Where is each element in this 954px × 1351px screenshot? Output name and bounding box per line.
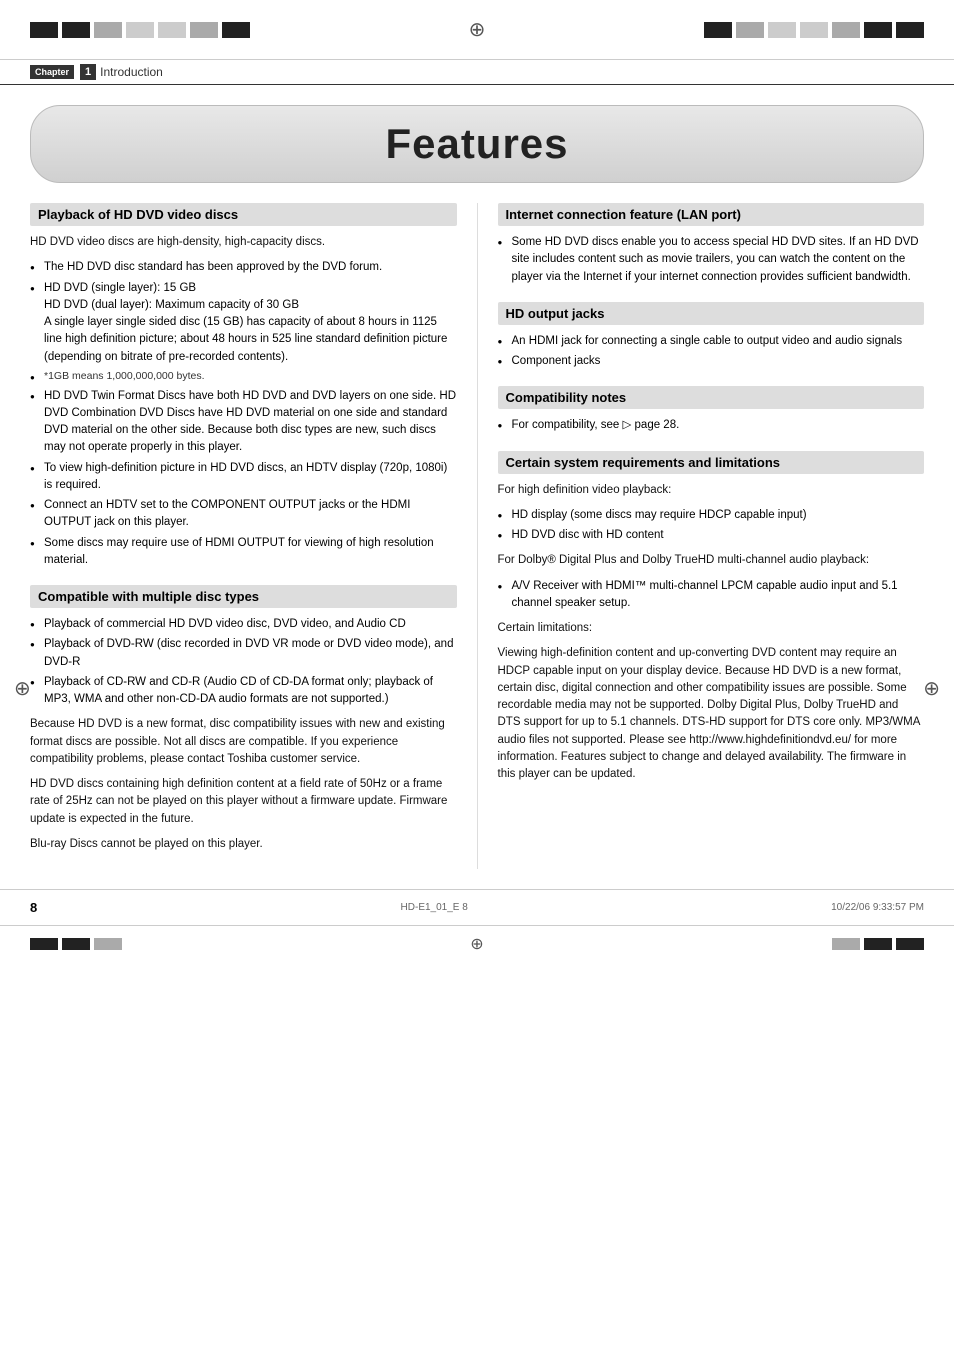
bar-block-r4: [800, 22, 828, 38]
chapter-title: Introduction: [100, 65, 163, 79]
limitations-body: Viewing high-definition content and up-c…: [498, 645, 925, 783]
bottom-bar-block-r2: [864, 938, 892, 950]
section-internet-bullets: Some HD DVD discs enable you to access s…: [498, 234, 925, 286]
section-internet: Internet connection feature (LAN port) S…: [498, 203, 925, 286]
section-compatibility-notes: Compatibility notes For compatibility, s…: [498, 386, 925, 434]
top-bar-left-decoration: [30, 22, 250, 38]
bottom-bar-block-3: [94, 938, 122, 950]
limitations-title: Certain limitations:: [498, 620, 925, 637]
section-compatible-bullets: Playback of commercial HD DVD video disc…: [30, 616, 457, 708]
system-intro2: For Dolby® Digital Plus and Dolby TrueHD…: [498, 552, 925, 569]
bullet-item: An HDMI jack for connecting a single cab…: [498, 333, 925, 350]
bullet-item: Playback of commercial HD DVD video disc…: [30, 616, 457, 633]
section-compatibility-title: Compatibility notes: [498, 386, 925, 409]
bullet-item: Connect an HDTV set to the COMPONENT OUT…: [30, 497, 457, 532]
bar-block-r3: [768, 22, 796, 38]
bullet-item: HD DVD (single layer): 15 GBHD DVD (dual…: [30, 280, 457, 366]
page-footer: 8 HD-E1_01_E 8 10/22/06 9:33:57 PM: [0, 889, 954, 925]
compatible-body1: Because HD DVD is a new format, disc com…: [30, 716, 457, 768]
compatible-body3: Blu-ray Discs cannot be played on this p…: [30, 836, 457, 853]
bottom-bar-right: [832, 938, 924, 950]
footer-file-info: HD-E1_01_E 8: [401, 902, 468, 913]
bottom-bar-block-r1: [832, 938, 860, 950]
bar-block-7: [222, 22, 250, 38]
section-hddvd-playback: Playback of HD DVD video discs HD DVD vi…: [30, 203, 457, 569]
bullet-item: Some discs may require use of HDMI OUTPU…: [30, 535, 457, 570]
bottom-bar-block-r3: [896, 938, 924, 950]
right-crosshair: ⊕: [923, 676, 940, 701]
bottom-bar-left: [30, 938, 122, 950]
chapter-number: 1: [80, 64, 96, 80]
bullet-item: HD DVD disc with HD content: [498, 527, 925, 544]
bar-block-3: [94, 22, 122, 38]
bar-block-r7: [896, 22, 924, 38]
bottom-bar-block-2: [62, 938, 90, 950]
bar-block-4: [126, 22, 154, 38]
features-section: Features: [30, 105, 924, 183]
section-compatible-title: Compatible with multiple disc types: [30, 585, 457, 608]
chapter-label: Chapter: [30, 65, 74, 79]
bar-block-1: [30, 22, 58, 38]
bullet-item: To view high-definition picture in HD DV…: [30, 460, 457, 495]
bottom-bar-block-1: [30, 938, 58, 950]
bar-block-r2: [736, 22, 764, 38]
section-hddvd-bullets: The HD DVD disc standard has been approv…: [30, 259, 457, 569]
bullet-item: HD DVD Twin Format Discs have both HD DV…: [30, 388, 457, 457]
section-compatible-discs: Compatible with multiple disc types Play…: [30, 585, 457, 853]
section-hddvd-intro: HD DVD video discs are high-density, hig…: [30, 234, 457, 251]
bar-block-6: [190, 22, 218, 38]
section-system-title: Certain system requirements and limitati…: [498, 451, 925, 474]
bullet-item: For compatibility, see ▷ page 28.: [498, 417, 925, 434]
section-internet-title: Internet connection feature (LAN port): [498, 203, 925, 226]
top-crosshair: ⊕: [469, 17, 486, 42]
section-system-requirements: Certain system requirements and limitati…: [498, 451, 925, 784]
bar-block-r1: [704, 22, 732, 38]
chapter-header: Chapter 1 Introduction: [0, 60, 954, 85]
bar-block-r5: [832, 22, 860, 38]
bullet-item: Playback of DVD-RW (disc recorded in DVD…: [30, 636, 457, 671]
section-hd-output-bullets: An HDMI jack for connecting a single cab…: [498, 333, 925, 371]
top-bar: ⊕: [0, 0, 954, 60]
system-bullets2: A/V Receiver with HDMI™ multi-channel LP…: [498, 578, 925, 613]
system-bullets1: HD display (some discs may require HDCP …: [498, 507, 925, 545]
bar-block-r6: [864, 22, 892, 38]
bar-block-2: [62, 22, 90, 38]
bullet-item: HD display (some discs may require HDCP …: [498, 507, 925, 524]
right-column: Internet connection feature (LAN port) S…: [477, 203, 925, 869]
section-hd-output: HD output jacks An HDMI jack for connect…: [498, 302, 925, 371]
top-bar-right-decoration: [704, 22, 924, 38]
section-hd-output-title: HD output jacks: [498, 302, 925, 325]
left-column: Playback of HD DVD video discs HD DVD vi…: [30, 203, 477, 869]
system-intro1: For high definition video playback:: [498, 482, 925, 499]
bullet-item: Playback of CD-RW and CD-R (Audio CD of …: [30, 674, 457, 709]
footer-date-info: 10/22/06 9:33:57 PM: [831, 902, 924, 913]
bottom-bar: ⊕: [0, 925, 954, 962]
bullet-item: Some HD DVD discs enable you to access s…: [498, 234, 925, 286]
left-crosshair: ⊕: [14, 676, 31, 701]
bottom-crosshair: ⊕: [470, 934, 483, 954]
compatible-body2: HD DVD discs containing high definition …: [30, 776, 457, 828]
bullet-item: The HD DVD disc standard has been approv…: [30, 259, 457, 276]
page-number: 8: [30, 900, 37, 915]
main-content: Playback of HD DVD video discs HD DVD vi…: [0, 203, 954, 869]
bullet-item: A/V Receiver with HDMI™ multi-channel LP…: [498, 578, 925, 613]
bullet-item-note: *1GB means 1,000,000,000 bytes.: [30, 369, 457, 385]
section-hddvd-title: Playback of HD DVD video discs: [30, 203, 457, 226]
features-title: Features: [31, 120, 923, 168]
bar-block-5: [158, 22, 186, 38]
bullet-item: Component jacks: [498, 353, 925, 370]
section-compatibility-bullets: For compatibility, see ▷ page 28.: [498, 417, 925, 434]
